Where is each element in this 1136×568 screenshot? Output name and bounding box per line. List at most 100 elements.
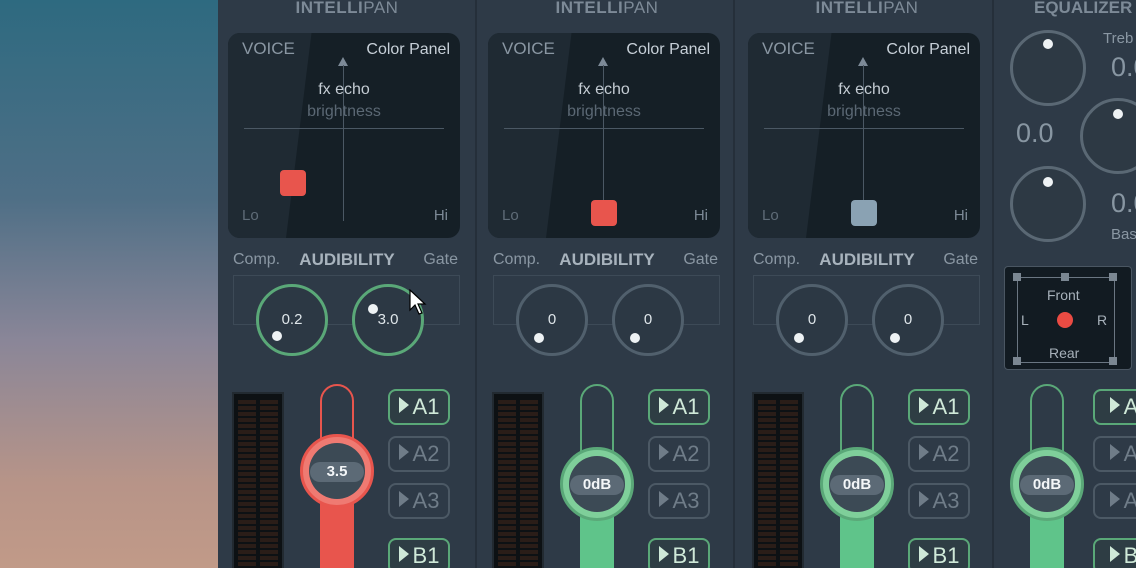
- bass-knob[interactable]: [1010, 166, 1086, 242]
- title-bold: INTELLI: [815, 0, 884, 17]
- corner-handle[interactable]: [1109, 273, 1117, 281]
- intellipan-panel[interactable]: VOICE Color Panel fx echo brightness Lo …: [488, 33, 720, 238]
- mid-knob[interactable]: [1080, 98, 1136, 174]
- bus-button-a3[interactable]: A3: [908, 483, 970, 519]
- channel-strip-2: INTELLIPAN VOICE Color Panel fx echo bri…: [478, 0, 736, 568]
- bus-label: B: [1123, 543, 1136, 568]
- play-icon: [1109, 546, 1120, 562]
- surround-front-label: Front: [1047, 287, 1080, 303]
- surround-position-dot[interactable]: [1057, 312, 1073, 328]
- comp-knob[interactable]: 0.2: [256, 284, 328, 356]
- audibility-row: Comp. AUDIBILITY Gate: [218, 250, 476, 273]
- voice-tab[interactable]: VOICE: [762, 39, 815, 59]
- fader-value: 0dB: [1020, 475, 1074, 495]
- knob-indicator: [1113, 109, 1123, 119]
- play-icon: [658, 546, 669, 562]
- bus-button-a3[interactable]: A: [1093, 483, 1136, 519]
- bus-button-b1[interactable]: B1: [908, 538, 970, 568]
- play-icon: [398, 491, 409, 507]
- bus-button-a1[interactable]: A1: [908, 389, 970, 425]
- play-icon: [658, 444, 669, 460]
- play-icon: [918, 397, 929, 413]
- color-panel-tab[interactable]: Color Panel: [366, 41, 450, 59]
- level-meter: [492, 392, 544, 568]
- bus-button-b1[interactable]: B1: [388, 538, 450, 568]
- fader-value: 3.5: [310, 462, 364, 483]
- fader-knob[interactable]: 0dB: [820, 447, 894, 521]
- fx-echo-label: fx echo: [578, 81, 630, 98]
- play-icon: [918, 546, 929, 562]
- bus-label: A2: [932, 441, 960, 466]
- bus-label: A1: [412, 394, 440, 419]
- bus-button-a3[interactable]: A3: [648, 483, 710, 519]
- bus-button-a2[interactable]: A2: [388, 436, 450, 472]
- fader-knob[interactable]: 0dB: [1010, 447, 1084, 521]
- bus-button-a1[interactable]: A1: [388, 389, 450, 425]
- voice-tab[interactable]: VOICE: [502, 39, 555, 59]
- color-panel-tab[interactable]: Color Panel: [886, 41, 970, 59]
- intellipan-title: INTELLIPAN: [738, 0, 996, 20]
- title-thin: PAN: [623, 0, 659, 17]
- gate-value: 0: [643, 311, 653, 328]
- corner-handle[interactable]: [1061, 273, 1069, 281]
- bass-label: Bas: [1111, 226, 1136, 243]
- comp-knob[interactable]: 0: [776, 284, 848, 356]
- mouse-cursor-icon: [409, 289, 427, 315]
- bus-label: A2: [672, 441, 700, 466]
- gate-knob[interactable]: 0: [612, 284, 684, 356]
- knob-indicator: [1043, 39, 1053, 49]
- bus-button-b1[interactable]: B: [1093, 538, 1136, 568]
- mid-value: 0.0: [1016, 118, 1054, 148]
- play-icon: [658, 491, 669, 507]
- fader-value: 0dB: [570, 475, 624, 495]
- color-panel-tab[interactable]: Color Panel: [626, 41, 710, 59]
- comp-knob[interactable]: 0: [516, 284, 588, 356]
- pan-horizontal-axis: [244, 128, 444, 129]
- bus-label: A3: [672, 488, 700, 513]
- corner-handle[interactable]: [1109, 357, 1117, 365]
- treble-knob[interactable]: [1010, 30, 1086, 106]
- surround-rear-label: Rear: [1049, 345, 1080, 361]
- intellipan-panel[interactable]: VOICE Color Panel fx echo brightness Lo …: [748, 33, 980, 238]
- bus-button-a3[interactable]: A3: [388, 483, 450, 519]
- fader-knob[interactable]: 3.5: [300, 434, 374, 509]
- surround-right-label: R: [1097, 312, 1108, 328]
- pan-position-dot[interactable]: [591, 200, 617, 227]
- title-bold: INTELLI: [295, 0, 364, 17]
- fx-echo-label: fx echo: [838, 81, 890, 98]
- fader-knob[interactable]: 0dB: [560, 447, 634, 521]
- bus-label: A2: [412, 441, 440, 466]
- play-icon: [918, 444, 929, 460]
- title-thin: PAN: [883, 0, 919, 17]
- gate-knob[interactable]: 0: [872, 284, 944, 356]
- audibility-row: Comp. AUDIBILITY Gate: [478, 250, 736, 273]
- hi-label: Hi: [693, 207, 708, 224]
- voice-tab[interactable]: VOICE: [242, 39, 295, 59]
- bus-button-a2[interactable]: A2: [648, 436, 710, 472]
- hi-label: Hi: [433, 207, 448, 224]
- pan-position-dot[interactable]: [279, 169, 306, 196]
- bus-label: A1: [672, 394, 700, 419]
- knob-indicator: [1043, 177, 1053, 187]
- play-icon: [1109, 444, 1120, 460]
- bus-button-a2[interactable]: A: [1093, 436, 1136, 472]
- surround-left-label: L: [1021, 312, 1029, 328]
- intellipan-panel[interactable]: VOICE Color Panel fx echo brightness Lo …: [228, 33, 460, 238]
- corner-handle[interactable]: [1013, 273, 1021, 281]
- corner-handle[interactable]: [1013, 357, 1021, 365]
- surround-panel[interactable]: Front L R Rear: [1004, 266, 1132, 370]
- bus-button-a1[interactable]: A: [1093, 389, 1136, 425]
- equalizer-title: EQUALIZER: [1034, 0, 1133, 17]
- play-icon: [1109, 491, 1120, 507]
- treble-value: 0.0: [1111, 52, 1136, 82]
- brightness-label: brightness: [827, 103, 901, 120]
- bus-button-a2[interactable]: A2: [908, 436, 970, 472]
- play-icon: [398, 546, 409, 562]
- brightness-label: brightness: [307, 103, 381, 120]
- play-icon: [398, 397, 409, 413]
- pan-position-dot[interactable]: [851, 200, 877, 227]
- brightness-label: brightness: [567, 103, 641, 120]
- bus-label: B1: [412, 543, 440, 568]
- bus-button-a1[interactable]: A1: [648, 389, 710, 425]
- bus-button-b1[interactable]: B1: [648, 538, 710, 568]
